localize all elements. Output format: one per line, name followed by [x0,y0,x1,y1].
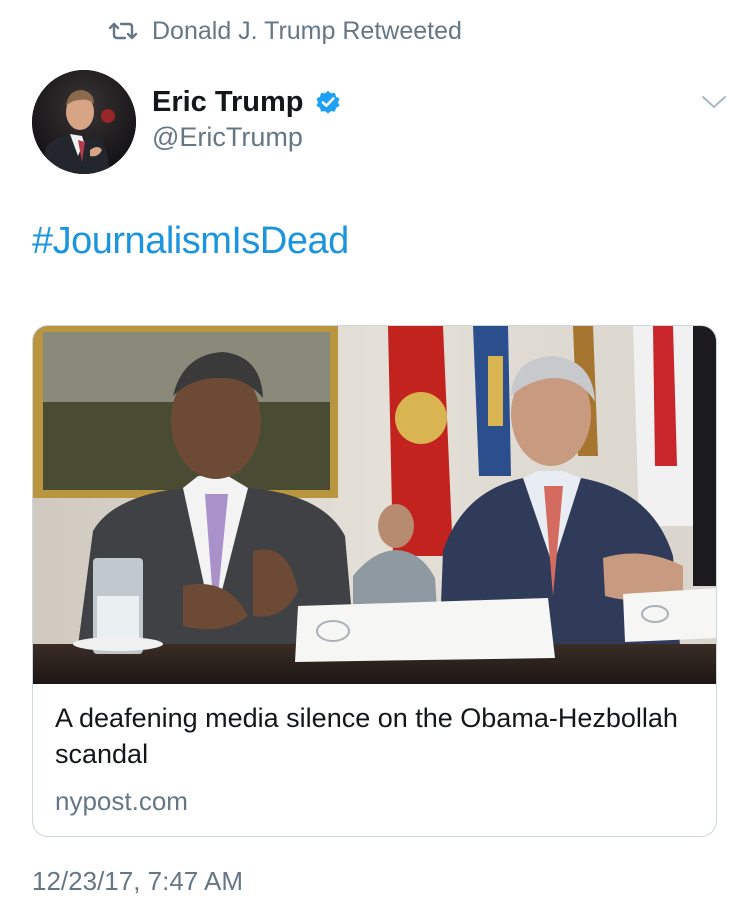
tweet-timestamp: 12/23/17, 7:47 AM [32,866,244,896]
card-image [33,326,716,684]
link-card[interactable]: A deafening media silence on the Obama-H… [32,325,717,837]
retweet-label: Donald J. Trump Retweeted [152,16,462,45]
author-name[interactable]: Eric Trump [152,86,304,119]
card-body: A deafening media silence on the Obama-H… [55,700,694,817]
tweet-header: Eric Trump @EricTrump [32,70,729,174]
chevron-down-icon[interactable] [699,92,729,112]
card-domain: nypost.com [55,786,188,816]
author-block[interactable]: Eric Trump @EricTrump [152,84,342,153]
card-title[interactable]: A deafening media silence on the Obama-H… [55,700,694,772]
retweet-context[interactable]: Donald J. Trump Retweeted [108,16,462,46]
retweet-icon [108,20,138,42]
author-handle[interactable]: @EricTrump [152,122,342,153]
verified-badge-icon [314,88,342,116]
tweet-text[interactable]: #JournalismIsDead [32,220,349,263]
avatar[interactable] [32,70,136,174]
